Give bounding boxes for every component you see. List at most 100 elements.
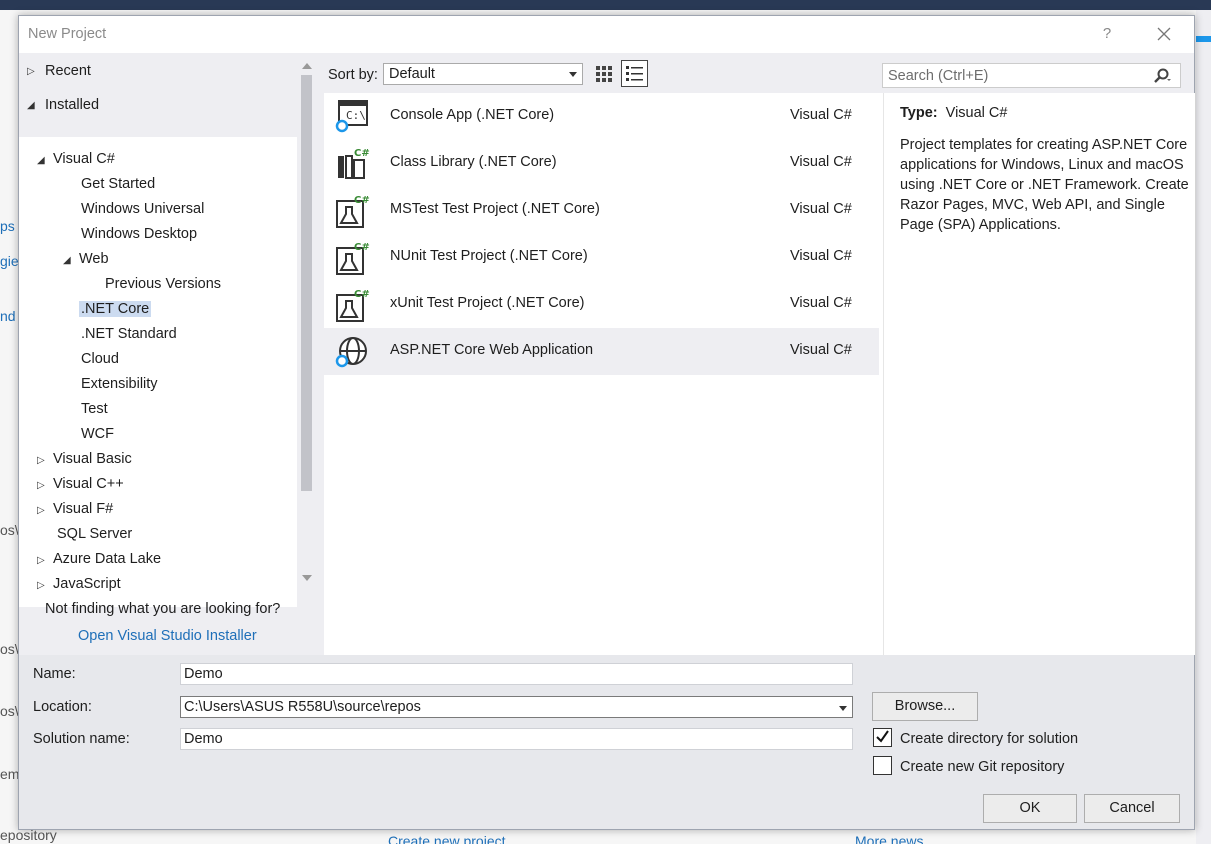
tree-item-cloud[interactable]: Cloud: [81, 348, 119, 370]
tree-item-extensibility[interactable]: Extensibility: [81, 373, 158, 395]
tree-item-label: Test: [81, 401, 108, 417]
tree-item-label: Windows Universal: [81, 201, 205, 217]
class-library-icon: C#: [338, 148, 370, 179]
tree-item-wcf[interactable]: WCF: [81, 423, 114, 445]
background-accent: [1196, 36, 1211, 42]
tree-item-get-started[interactable]: Get Started: [81, 173, 155, 195]
close-icon: [1157, 27, 1171, 41]
template-row-xunit[interactable]: C# xUnit Test Project (.NET Core) Visual…: [324, 281, 879, 328]
tree-item-windows-desktop[interactable]: Windows Desktop: [81, 223, 197, 245]
background-link[interactable]: Create new project...: [388, 833, 517, 844]
test-project-icon: C#: [336, 289, 370, 322]
tree-item-previous-versions[interactable]: Previous Versions: [105, 273, 221, 295]
expand-arrow-icon: ▷: [37, 480, 45, 491]
tree-item-label: Extensibility: [81, 376, 158, 392]
expand-arrow-icon: ▷: [37, 455, 45, 466]
category-label: Installed: [45, 97, 100, 113]
tree-item-test[interactable]: Test: [81, 398, 108, 420]
template-info-panel: Type: Visual C# Project templates for cr…: [883, 93, 1195, 655]
browse-button[interactable]: Browse...: [872, 692, 978, 721]
template-name: xUnit Test Project (.NET Core): [390, 295, 585, 311]
template-row-mstest[interactable]: C# MSTest Test Project (.NET Core) Visua…: [324, 187, 879, 234]
background-link[interactable]: More news...: [855, 833, 935, 844]
sort-dropdown[interactable]: Default: [383, 63, 583, 85]
close-button[interactable]: [1153, 23, 1175, 45]
template-row-nunit[interactable]: C# NUnit Test Project (.NET Core) Visual…: [324, 234, 879, 281]
not-finding-text: Not finding what you are looking for?: [45, 601, 281, 617]
tree-item-visual-cpp[interactable]: ▷ Visual C++: [37, 473, 124, 495]
scroll-down-icon[interactable]: [302, 575, 312, 581]
name-value: Demo: [184, 666, 223, 682]
template-row-console-app[interactable]: C:\ Console App (.NET Core) Visual C#: [324, 93, 879, 140]
ok-button[interactable]: OK: [983, 794, 1077, 823]
template-name: MSTest Test Project (.NET Core): [390, 201, 600, 217]
tree-item-net-core[interactable]: .NET Core: [79, 298, 152, 320]
svg-text:C#: C#: [354, 289, 370, 300]
grid-view-button[interactable]: [593, 63, 615, 85]
collapse-arrow-icon: ◢: [37, 155, 45, 166]
git-repository-label[interactable]: Create new Git repository: [900, 759, 1064, 775]
background-text: os\: [0, 522, 19, 538]
git-repository-checkbox[interactable]: [873, 756, 892, 775]
tree-scrollbar[interactable]: [299, 59, 315, 589]
category-installed[interactable]: ◢ Installed: [19, 88, 99, 122]
tree-item-visual-fsharp[interactable]: ▷ Visual F#: [37, 498, 113, 520]
search-placeholder: Search (Ctrl+E): [888, 68, 989, 84]
tree-item-visual-csharp[interactable]: ◢ Visual C#: [37, 148, 115, 170]
solution-name-value: Demo: [184, 731, 223, 747]
tree-item-visual-basic[interactable]: ▷ Visual Basic: [37, 448, 132, 470]
svg-text:C:\: C:\: [346, 109, 366, 122]
tree-item-label: Visual Basic: [53, 451, 132, 467]
template-row-class-library[interactable]: C# Class Library (.NET Core) Visual C#: [324, 140, 879, 187]
template-list: C:\ Console App (.NET Core) Visual C# C#…: [324, 93, 883, 655]
expand-arrow-icon: ▷: [37, 505, 45, 516]
help-button[interactable]: ?: [1099, 25, 1115, 42]
collapse-arrow-icon: ◢: [63, 255, 71, 266]
search-input[interactable]: Search (Ctrl+E): [882, 63, 1181, 88]
location-field[interactable]: C:\Users\ASUS R558U\source\repos: [180, 696, 853, 718]
cancel-button[interactable]: Cancel: [1084, 794, 1180, 823]
tree-item-azure-data-lake[interactable]: ▷ Azure Data Lake: [37, 548, 161, 570]
template-language: Visual C#: [790, 201, 852, 217]
create-directory-label[interactable]: Create directory for solution: [900, 731, 1078, 747]
web-app-icon: [335, 337, 367, 368]
template-name: Console App (.NET Core): [390, 107, 555, 123]
tree-item-label: Cloud: [81, 351, 119, 367]
type-line: Type: Visual C#: [900, 105, 1007, 121]
create-directory-checkbox[interactable]: [873, 728, 892, 747]
tree-item-label: Previous Versions: [105, 276, 222, 292]
tree-item-label: SQL Server: [57, 526, 133, 542]
tree-item-windows-universal[interactable]: Windows Universal: [81, 198, 204, 220]
scroll-thumb[interactable]: [301, 75, 312, 491]
tree-item-web[interactable]: ◢ Web: [63, 248, 109, 270]
expand-arrow-icon: ▷: [27, 65, 35, 77]
tree-item-javascript[interactable]: ▷ JavaScript: [37, 573, 121, 595]
template-name: Class Library (.NET Core): [390, 154, 557, 170]
list-view-button[interactable]: [621, 60, 648, 87]
location-label: Location:: [33, 699, 92, 715]
grid-view-icon: [596, 66, 612, 82]
solution-name-field[interactable]: Demo: [180, 728, 853, 750]
template-language: Visual C#: [790, 107, 852, 123]
chevron-down-icon[interactable]: [839, 706, 847, 711]
background-right-strip: [1196, 10, 1211, 844]
category-recent[interactable]: ▷ Recent: [19, 54, 91, 88]
template-row-aspnet-core-web-app[interactable]: ASP.NET Core Web Application Visual C#: [324, 328, 879, 375]
template-language: Visual C#: [790, 154, 852, 170]
tree-item-net-standard[interactable]: .NET Standard: [81, 323, 177, 345]
test-project-icon: C#: [336, 195, 370, 228]
sort-label: Sort by:: [328, 67, 378, 83]
project-form: Name: Demo Location: C:\Users\ASUS R558U…: [19, 655, 1194, 829]
console-app-icon: C:\: [335, 100, 368, 133]
list-view-icon: [626, 66, 643, 81]
tree-item-sql-server[interactable]: SQL Server: [57, 523, 132, 545]
search-icon[interactable]: [1153, 68, 1171, 84]
tree-item-label: Visual C#: [53, 151, 115, 167]
new-project-dialog: New Project ? ▷ Recent ◢ Installed ◢ Visu…: [18, 15, 1195, 830]
scroll-up-icon[interactable]: [302, 63, 312, 69]
template-description: Project templates for creating ASP.NET C…: [900, 137, 1189, 233]
tree-item-label: Visual F#: [53, 501, 114, 517]
open-installer-link[interactable]: Open Visual Studio Installer: [78, 628, 257, 644]
name-field[interactable]: Demo: [180, 663, 853, 685]
tree-item-label: Web: [79, 251, 109, 267]
